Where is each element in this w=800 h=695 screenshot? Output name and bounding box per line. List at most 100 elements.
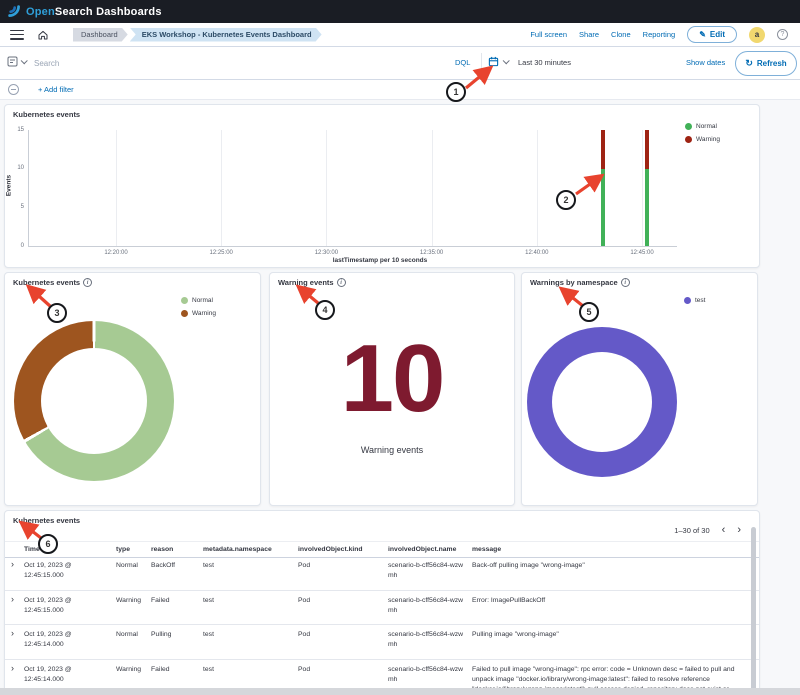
namespace-donut-chart[interactable]	[527, 327, 677, 477]
column-header-message[interactable]: message	[470, 542, 743, 557]
panel-kubernetes-events-timeline: Kubernetes events Events lastTimestamp p…	[4, 104, 760, 268]
cell-kind: Pod	[296, 591, 386, 625]
breadcrumb-dashboard[interactable]: Dashboard	[73, 28, 128, 42]
panel-warning-events-metric: Warning eventsi 10 Warning events	[269, 272, 515, 506]
x-tick-label: 12:35:00	[420, 250, 443, 256]
cell-type: Normal	[114, 625, 149, 659]
previous-page-icon[interactable]: ‹	[722, 525, 726, 536]
reporting-link[interactable]: Reporting	[643, 30, 676, 39]
pagination-range: 1–30 of 30	[674, 526, 709, 535]
help-icon[interactable]: ?	[777, 29, 788, 40]
column-header-reason[interactable]: reason	[149, 542, 201, 557]
column-header-involvedobject-kind[interactable]: involvedObject.kind	[296, 542, 386, 557]
cell-name: scenario-b-cff56c84-wzwmh	[386, 556, 470, 590]
cell-type: Normal	[114, 556, 149, 590]
annotation-circle-6: 6	[38, 534, 58, 554]
opensearch-logo[interactable]: OpenSearch Dashboards	[8, 5, 162, 18]
x-tick-label: 12:20:00	[104, 250, 127, 256]
home-icon[interactable]	[37, 29, 49, 41]
app-header: OpenSearch Dashboards	[0, 0, 800, 23]
cell-name: scenario-b-cff56c84-wzwmh	[386, 591, 470, 625]
table-row: ›Oct 19, 2023 @ 12:45:15.000NormalBackOf…	[5, 556, 759, 591]
gridline	[221, 130, 222, 246]
chevron-down-icon	[503, 57, 510, 64]
time-range-value[interactable]: Last 30 minutes	[518, 58, 571, 67]
bar-segment-normal[interactable]	[601, 169, 605, 246]
info-icon[interactable]: i	[337, 278, 346, 287]
column-header-involvedobject-name[interactable]: involvedObject.name	[386, 542, 470, 557]
next-page-icon[interactable]: ›	[737, 525, 741, 536]
filter-icon[interactable]	[8, 84, 19, 95]
events-donut-chart[interactable]	[14, 321, 174, 481]
column-header-time[interactable]: Time▾	[22, 542, 114, 557]
clone-link[interactable]: Clone	[611, 30, 631, 39]
legend-item[interactable]: Warning	[181, 310, 216, 317]
bar-segment-normal[interactable]	[645, 169, 649, 246]
timeline-plot[interactable]: Events lastTimestamp per 10 seconds 12:2…	[5, 105, 759, 267]
chevron-down-icon	[21, 57, 28, 64]
full-screen-link[interactable]: Full screen	[530, 30, 567, 39]
cell-time: Oct 19, 2023 @ 12:45:15.000	[22, 591, 114, 625]
annotation-circle-2: 2	[556, 190, 576, 210]
add-filter-link[interactable]: + Add filter	[38, 85, 74, 94]
table-scrollbar[interactable]	[751, 527, 756, 695]
namespace-legend: test	[684, 297, 705, 304]
avatar[interactable]: a	[749, 27, 765, 43]
filter-bar: + Add filter	[0, 80, 800, 100]
x-axis-label: lastTimestamp per 10 seconds	[245, 257, 515, 264]
column-header-metadata-namespace[interactable]: metadata.namespace	[201, 542, 296, 557]
window-bottom-scroll-area[interactable]	[0, 688, 800, 695]
logo-text: OpenSearch Dashboards	[26, 6, 162, 18]
breadcrumb: Dashboard EKS Workshop - Kubernetes Even…	[73, 28, 322, 42]
cell-namespace: test	[201, 556, 296, 590]
legend-dot	[685, 136, 692, 143]
search-input[interactable]	[34, 52, 434, 75]
row-expand-icon[interactable]: ›	[9, 556, 22, 590]
table-row: ›Oct 19, 2023 @ 12:45:15.000WarningFaile…	[5, 591, 759, 626]
info-icon[interactable]: i	[83, 278, 92, 287]
show-dates-link[interactable]: Show dates	[686, 58, 725, 67]
divider	[481, 53, 482, 74]
cell-message: Error: ImagePullBackOff	[470, 591, 743, 625]
y-axis	[28, 130, 29, 246]
panel-title: Warnings by namespacei	[530, 278, 630, 287]
y-tick-label: 0	[8, 243, 24, 249]
edit-button[interactable]: ✎ Edit	[687, 26, 737, 43]
column-header-type[interactable]: type	[114, 542, 149, 557]
timeline-legend: Normal Warning	[685, 123, 720, 143]
warning-count-label: Warning events	[270, 445, 514, 455]
panel-title: Kubernetes eventsi	[13, 278, 92, 287]
pencil-icon: ✎	[699, 30, 706, 39]
cell-name: scenario-b-cff56c84-wzwmh	[386, 625, 470, 659]
query-bar: DQL Last 30 minutes Show dates ↻ Refresh	[0, 47, 800, 80]
bar-segment-warning[interactable]	[601, 130, 605, 169]
legend-item[interactable]: Normal	[685, 123, 720, 130]
saved-query-menu-button[interactable]	[7, 56, 26, 67]
cell-message: Back-off pulling image "wrong-image"	[470, 556, 743, 590]
info-icon[interactable]: i	[621, 278, 630, 287]
legend-item[interactable]: Normal	[181, 297, 216, 304]
legend-dot	[684, 297, 691, 304]
x-axis	[28, 246, 677, 247]
cell-kind: Pod	[296, 556, 386, 590]
share-link[interactable]: Share	[579, 30, 599, 39]
menu-icon[interactable]	[10, 30, 24, 40]
cell-reason: BackOff	[149, 556, 201, 590]
donut-hole	[552, 352, 652, 452]
x-tick-label: 12:30:00	[315, 250, 338, 256]
cell-message: Pulling image "wrong-image"	[470, 625, 743, 659]
row-expand-icon[interactable]: ›	[9, 591, 22, 625]
refresh-button[interactable]: ↻ Refresh	[735, 51, 797, 76]
date-picker-button[interactable]	[488, 56, 508, 67]
cell-reason: Failed	[149, 591, 201, 625]
donut-hole	[41, 348, 147, 454]
legend-dot	[181, 297, 188, 304]
row-expand-icon[interactable]: ›	[9, 625, 22, 659]
dql-button[interactable]: DQL	[455, 58, 470, 67]
legend-dot	[685, 123, 692, 130]
legend-item[interactable]: test	[684, 297, 705, 304]
bar-segment-warning[interactable]	[645, 130, 649, 169]
saved-query-icon	[7, 56, 18, 67]
legend-item[interactable]: Warning	[685, 136, 720, 143]
pagination: 1–30 of 30 ‹ ›	[674, 525, 741, 536]
